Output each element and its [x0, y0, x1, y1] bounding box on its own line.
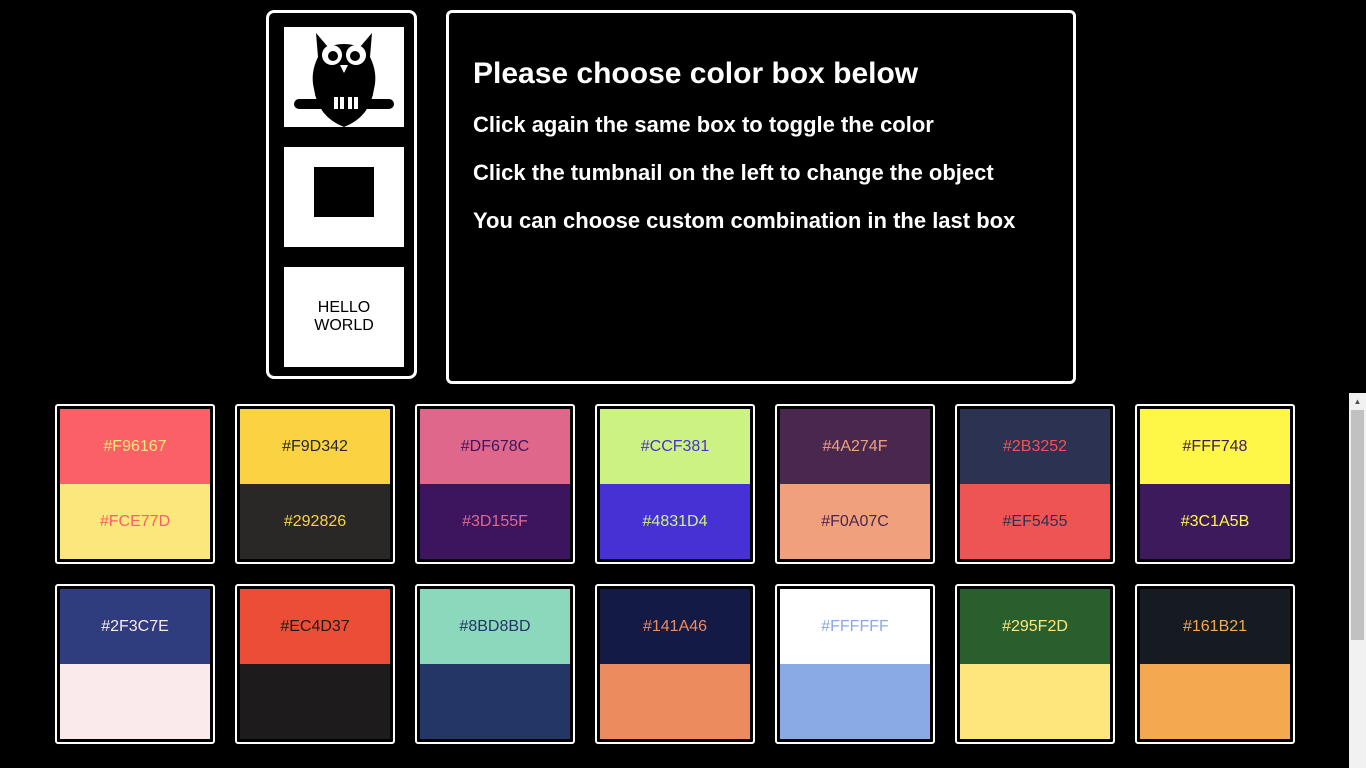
swatch-bottom-color: #FCE77D: [60, 484, 210, 559]
swatch-top-color: #DF678C: [420, 409, 570, 484]
swatch-top-color: #FFFFFF: [780, 589, 930, 664]
swatch-top-color: #2F3C7E: [60, 589, 210, 664]
swatch-top-color: #EC4D37: [240, 589, 390, 664]
swatch-bottom-color: [60, 664, 210, 739]
swatch-bottom-color: [1140, 664, 1290, 739]
color-swatch-4[interactable]: #CCF381 #4831D4: [595, 404, 755, 564]
swatch-top-color: #141A46: [600, 589, 750, 664]
color-swatch-5[interactable]: #4A274F #F0A07C: [775, 404, 935, 564]
vertical-scrollbar[interactable]: ▲: [1349, 393, 1366, 768]
color-swatch-8[interactable]: #2F3C7E: [55, 584, 215, 744]
color-swatch-6[interactable]: #2B3252 #EF5455: [955, 404, 1115, 564]
swatch-top-color: #4A274F: [780, 409, 930, 484]
rectangle-icon: [314, 167, 374, 217]
instruction-line-3: You can choose custom combination in the…: [473, 208, 1016, 233]
swatch-bottom-color: [600, 664, 750, 739]
instructions-panel: Please choose color box below Click agai…: [446, 10, 1076, 384]
swatch-bottom-color: #4831D4: [600, 484, 750, 559]
swatch-top-color: #161B21: [1140, 589, 1290, 664]
swatch-bottom-color: [240, 664, 390, 739]
owl-icon: [294, 33, 394, 127]
swatch-bottom-color: [960, 664, 1110, 739]
swatch-bottom-color: #3D155F: [420, 484, 570, 559]
swatch-top-color: #2B3252: [960, 409, 1110, 484]
scroll-up-arrow-icon[interactable]: ▲: [1349, 393, 1366, 410]
color-swatch-2[interactable]: #F9D342 #292826: [235, 404, 395, 564]
swatch-top-color: #CCF381: [600, 409, 750, 484]
thumbnail-rectangle[interactable]: [284, 147, 404, 247]
swatch-bottom-color: #3C1A5B: [1140, 484, 1290, 559]
swatch-top-color: #295F2D: [960, 589, 1110, 664]
swatch-top-color: #F96167: [60, 409, 210, 484]
color-swatch-10[interactable]: #8BD8BD: [415, 584, 575, 744]
instructions-title: Please choose color box below: [473, 57, 919, 90]
thumbnail-text[interactable]: HELLO WORLD: [284, 267, 404, 367]
swatch-top-color: #F9D342: [240, 409, 390, 484]
hello-world-text: HELLO WORLD: [314, 299, 374, 334]
swatch-bottom-color: [780, 664, 930, 739]
color-swatch-7[interactable]: #FFF748 #3C1A5B: [1135, 404, 1295, 564]
color-swatch-1[interactable]: #F96167 #FCE77D: [55, 404, 215, 564]
swatch-bottom-color: #292826: [240, 484, 390, 559]
swatch-top-color: #FFF748: [1140, 409, 1290, 484]
color-swatch-9[interactable]: #EC4D37: [235, 584, 395, 744]
color-swatch-11[interactable]: #141A46: [595, 584, 755, 744]
color-swatch-3[interactable]: #DF678C #3D155F: [415, 404, 575, 564]
swatch-bottom-color: [420, 664, 570, 739]
thumbnail-owl[interactable]: [284, 27, 404, 127]
swatch-bottom-color: #EF5455: [960, 484, 1110, 559]
instruction-line-1: Click again the same box to toggle the c…: [473, 112, 934, 137]
color-swatch-14[interactable]: #161B21: [1135, 584, 1295, 744]
color-swatch-13[interactable]: #295F2D: [955, 584, 1115, 744]
swatch-top-color: #8BD8BD: [420, 589, 570, 664]
color-swatch-12[interactable]: #FFFFFF: [775, 584, 935, 744]
instruction-line-2: Click the tumbnail on the left to change…: [473, 160, 994, 185]
swatch-bottom-color: #F0A07C: [780, 484, 930, 559]
thumbnail-panel: HELLO WORLD: [266, 10, 417, 379]
scrollbar-thumb[interactable]: [1351, 410, 1364, 640]
